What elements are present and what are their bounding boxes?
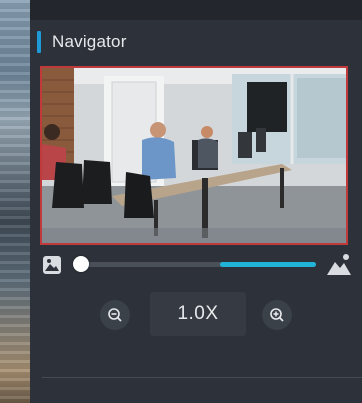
office-photo	[42, 68, 346, 243]
navigator-preview[interactable]	[40, 66, 348, 245]
large-image-icon[interactable]	[326, 252, 352, 276]
canvas-edge	[0, 0, 30, 403]
divider	[42, 377, 362, 378]
panel-header: Navigator	[30, 20, 362, 62]
zoom-in-icon	[270, 308, 284, 322]
zoom-slider-fill	[220, 262, 316, 267]
zoom-slider-track[interactable]	[80, 262, 316, 267]
small-image-icon[interactable]	[42, 255, 62, 275]
zoom-out-icon	[108, 308, 122, 322]
zoom-value[interactable]: 1.0X	[150, 292, 246, 336]
top-strip	[0, 0, 362, 20]
panel-title: Navigator	[52, 32, 127, 51]
accent-bar	[37, 31, 41, 53]
zoom-controls: 1.0X	[30, 290, 362, 338]
zoom-slider-thumb[interactable]	[73, 256, 89, 272]
navigator-panel: Navigator 1.0X	[30, 20, 362, 403]
zoom-slider-row	[30, 250, 362, 280]
zoom-in-button[interactable]	[262, 300, 292, 330]
zoom-out-button[interactable]	[100, 300, 130, 330]
